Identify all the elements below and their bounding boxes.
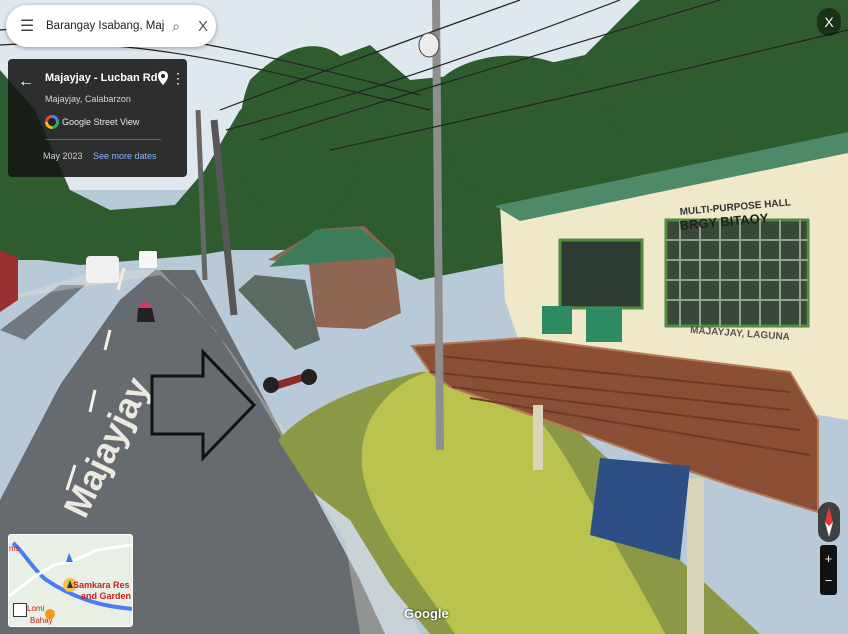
google-logo-icon: [45, 115, 59, 129]
google-watermark: Google: [404, 606, 449, 621]
location-pin-icon[interactable]: [158, 71, 168, 85]
see-more-dates-link[interactable]: See more dates: [93, 151, 157, 161]
map-place-name: and Garden: [81, 591, 132, 601]
fullscreen-icon[interactable]: [13, 603, 27, 617]
road-name: Majayjay - Lucban Rd: [45, 72, 158, 84]
more-options-icon[interactable]: ⋮: [171, 71, 185, 85]
zoom-out-button[interactable]: −: [820, 571, 837, 591]
compass-icon[interactable]: [818, 502, 840, 542]
capture-date: May 2023: [43, 151, 83, 161]
zoom-in-button[interactable]: +: [820, 549, 837, 569]
divider: [45, 139, 161, 140]
compass-needle: [825, 507, 833, 537]
back-arrow-icon[interactable]: ←: [18, 73, 34, 91]
search-bar[interactable]: ☰ ⌕ X: [6, 5, 216, 47]
map-label: ms: [9, 544, 20, 553]
close-panorama-button[interactable]: X: [817, 8, 841, 36]
provider-label: Google Street View: [62, 117, 140, 127]
location-info-card: ← Majayjay - Lucban Rd Majayjay, Calabar…: [8, 59, 187, 177]
search-input[interactable]: [44, 19, 166, 33]
locality-label: Majayjay, Calabarzon: [45, 94, 131, 104]
map-place-name: Samkara Res: [73, 580, 130, 590]
mini-map[interactable]: ms Samkara Res and Garden Lomi Bahay: [8, 534, 133, 627]
zoom-controls[interactable]: + −: [820, 545, 837, 595]
menu-icon[interactable]: ☰: [16, 16, 38, 36]
map-place-name: Lomi: [27, 604, 45, 613]
map-place-name: Bahay: [30, 616, 53, 625]
search-icon[interactable]: ⌕: [166, 18, 186, 35]
close-icon[interactable]: X: [192, 18, 214, 35]
